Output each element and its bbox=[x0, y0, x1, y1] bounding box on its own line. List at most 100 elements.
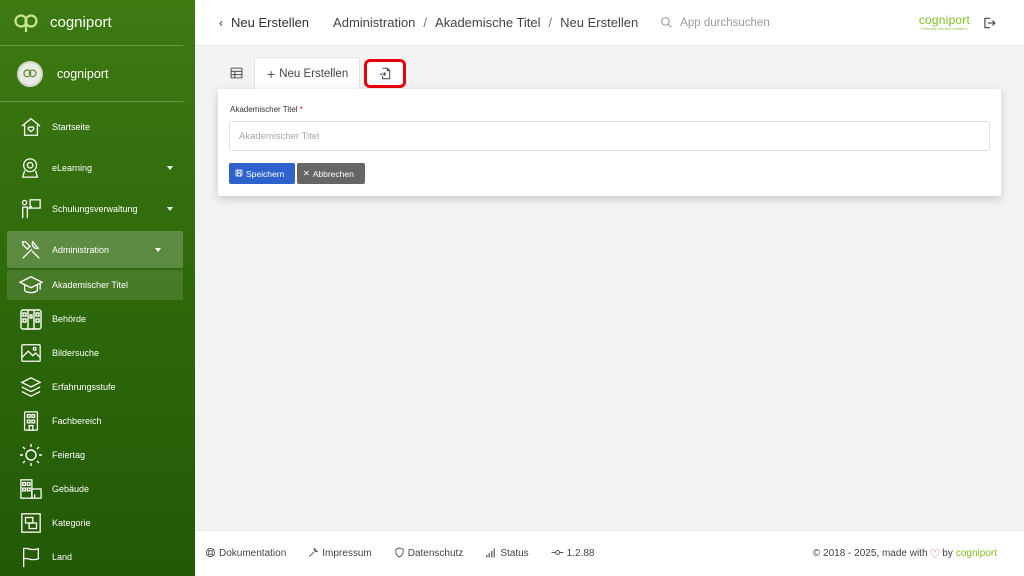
home-icon bbox=[19, 115, 43, 139]
sidebar-item-label: Bildersuche bbox=[52, 348, 100, 358]
chevron-down-icon bbox=[155, 247, 161, 252]
flag-icon bbox=[19, 545, 43, 569]
sidebar-item-startseite[interactable]: Startseite bbox=[0, 106, 195, 147]
sidebar-item-label: Akademischer Titel bbox=[52, 280, 129, 290]
footer-version: 1.2.88 bbox=[551, 548, 594, 560]
topbar: ‹ Neu Erstellen Administration / Akademi… bbox=[195, 0, 1024, 46]
cancel-label: Abbrechen bbox=[312, 168, 354, 179]
footer-link-documentation[interactable]: Dokumentation bbox=[205, 547, 286, 561]
footer: Dokumentation Impressum Datenschutz Stat… bbox=[195, 530, 1024, 576]
sidebar-item-feiertag[interactable]: Feiertag bbox=[0, 438, 195, 472]
search-placeholder: App durchsuchen bbox=[680, 16, 770, 29]
close-icon: ✕ bbox=[303, 169, 310, 178]
plus-icon: + bbox=[267, 65, 276, 82]
tab-bar: + Neu Erstellen bbox=[218, 57, 407, 89]
sidebar-item-label: Feiertag bbox=[52, 450, 86, 460]
akademischer-titel-input[interactable] bbox=[229, 121, 990, 151]
heart-icon: ♡ bbox=[929, 546, 941, 561]
lifebuoy-icon bbox=[205, 547, 216, 561]
sidebar-item-gebaeude[interactable]: Gebäude bbox=[0, 472, 195, 506]
tab-list-view[interactable] bbox=[218, 57, 254, 89]
sidebar-item-label: Gebäude bbox=[52, 484, 90, 494]
graduation-cap-icon bbox=[19, 273, 43, 297]
footer-link-datenschutz[interactable]: Datenschutz bbox=[394, 546, 464, 561]
training-icon bbox=[19, 197, 43, 221]
logout-button[interactable] bbox=[982, 16, 996, 35]
breadcrumb-separator: / bbox=[548, 15, 553, 30]
create-form-card: Akademischer Titel* Speichern ✕ Abbreche… bbox=[218, 89, 1001, 196]
logout-icon bbox=[984, 17, 996, 29]
building-icon bbox=[19, 409, 43, 433]
breadcrumb-item: Neu Erstellen bbox=[560, 15, 639, 30]
sidebar-brand[interactable]: cogniport bbox=[0, 0, 183, 46]
back-label: Neu Erstellen bbox=[231, 15, 310, 30]
user-name: cogniport bbox=[57, 66, 109, 81]
chevron-down-icon bbox=[167, 165, 173, 170]
top-brand-name: cogniport bbox=[918, 13, 970, 27]
footer-copyright: © 2018 - 2025, made with ♡ by cogniport bbox=[813, 547, 997, 561]
field-label-text: Akademischer Titel bbox=[230, 105, 298, 114]
footer-links: Dokumentation Impressum Datenschutz Stat… bbox=[205, 546, 616, 561]
footer-link-label: Impressum bbox=[322, 548, 372, 559]
footer-link-impressum[interactable]: Impressum bbox=[308, 547, 372, 561]
breadcrumb: Administration / Akademische Titel / Neu… bbox=[333, 15, 638, 30]
top-brand-logo[interactable]: cogniport Potential effizient entfalten bbox=[919, 13, 970, 31]
avatar bbox=[17, 60, 43, 87]
footer-link-label: Dokumentation bbox=[219, 548, 287, 559]
sidebar-nav: Startseite eLearning Schulungsverwaltung… bbox=[0, 106, 195, 574]
tools-icon bbox=[308, 547, 319, 561]
copyright-text: © 2018 - 2025, made with bbox=[812, 548, 928, 559]
tab-new-label: Neu Erstellen bbox=[279, 67, 349, 80]
sidebar-item-label: Fachbereich bbox=[52, 416, 102, 426]
chevron-down-icon bbox=[167, 206, 173, 211]
cogniport-avatar-icon bbox=[23, 68, 37, 77]
field-label: Akademischer Titel * bbox=[230, 105, 303, 114]
save-label: Speichern bbox=[246, 168, 285, 179]
app-search[interactable]: App durchsuchen bbox=[660, 16, 770, 29]
chevron-left-icon: ‹ bbox=[219, 15, 223, 30]
sidebar-item-label: Land bbox=[52, 552, 73, 562]
sidebar-item-label: Erfahrungsstufe bbox=[52, 382, 116, 392]
copyright-by: by bbox=[942, 548, 953, 559]
commit-icon bbox=[551, 548, 564, 560]
elearning-icon bbox=[19, 156, 43, 180]
breadcrumb-item[interactable]: Administration bbox=[333, 15, 415, 30]
category-icon bbox=[19, 511, 43, 535]
tools-icon bbox=[19, 238, 43, 262]
footer-link-status[interactable]: Status bbox=[485, 547, 529, 561]
footer-link-label: Datenschutz bbox=[407, 548, 464, 559]
required-mark: * bbox=[299, 105, 303, 114]
sidebar-item-elearning[interactable]: eLearning bbox=[0, 147, 195, 188]
sidebar-item-schulungsverwaltung[interactable]: Schulungsverwaltung bbox=[0, 188, 195, 229]
cancel-button[interactable]: ✕ Abbrechen bbox=[297, 163, 365, 184]
back-button[interactable]: ‹ Neu Erstellen bbox=[219, 15, 309, 30]
authority-building-icon bbox=[19, 307, 43, 331]
cogniport-logo-icon bbox=[14, 13, 38, 32]
sidebar-item-behoerde[interactable]: Behörde bbox=[0, 302, 195, 336]
image-icon bbox=[19, 341, 43, 365]
sidebar-item-erfahrungsstufe[interactable]: Erfahrungsstufe bbox=[0, 370, 195, 404]
user-profile[interactable]: cogniport bbox=[0, 46, 183, 102]
sun-icon bbox=[19, 443, 43, 467]
sidebar-item-administration[interactable]: Administration bbox=[7, 231, 183, 268]
sidebar-item-land[interactable]: Land bbox=[0, 540, 195, 574]
sidebar-item-kategorie[interactable]: Kategorie bbox=[0, 506, 195, 540]
table-icon bbox=[230, 67, 242, 79]
sidebar-brand-name: cogniport bbox=[50, 14, 112, 31]
layers-icon bbox=[19, 375, 43, 399]
sidebar-item-fachbereich[interactable]: Fachbereich bbox=[0, 404, 195, 438]
breadcrumb-item[interactable]: Akademische Titel bbox=[435, 15, 541, 30]
shield-icon bbox=[394, 546, 405, 561]
sidebar-item-label: Behörde bbox=[52, 314, 87, 324]
save-icon bbox=[235, 169, 243, 179]
sidebar-item-bildersuche[interactable]: Bildersuche bbox=[0, 336, 195, 370]
signal-icon bbox=[485, 547, 497, 561]
sidebar-item-label: eLearning bbox=[52, 162, 93, 173]
buildings-icon bbox=[19, 477, 43, 501]
sidebar-item-akademischer-titel[interactable]: Akademischer Titel bbox=[7, 270, 183, 300]
tab-new[interactable]: + Neu Erstellen bbox=[254, 57, 361, 89]
tab-import[interactable] bbox=[364, 59, 407, 88]
footer-link-label: Status bbox=[500, 548, 529, 559]
footer-brand-link[interactable]: cogniport bbox=[956, 548, 997, 559]
save-button[interactable]: Speichern bbox=[229, 163, 295, 184]
